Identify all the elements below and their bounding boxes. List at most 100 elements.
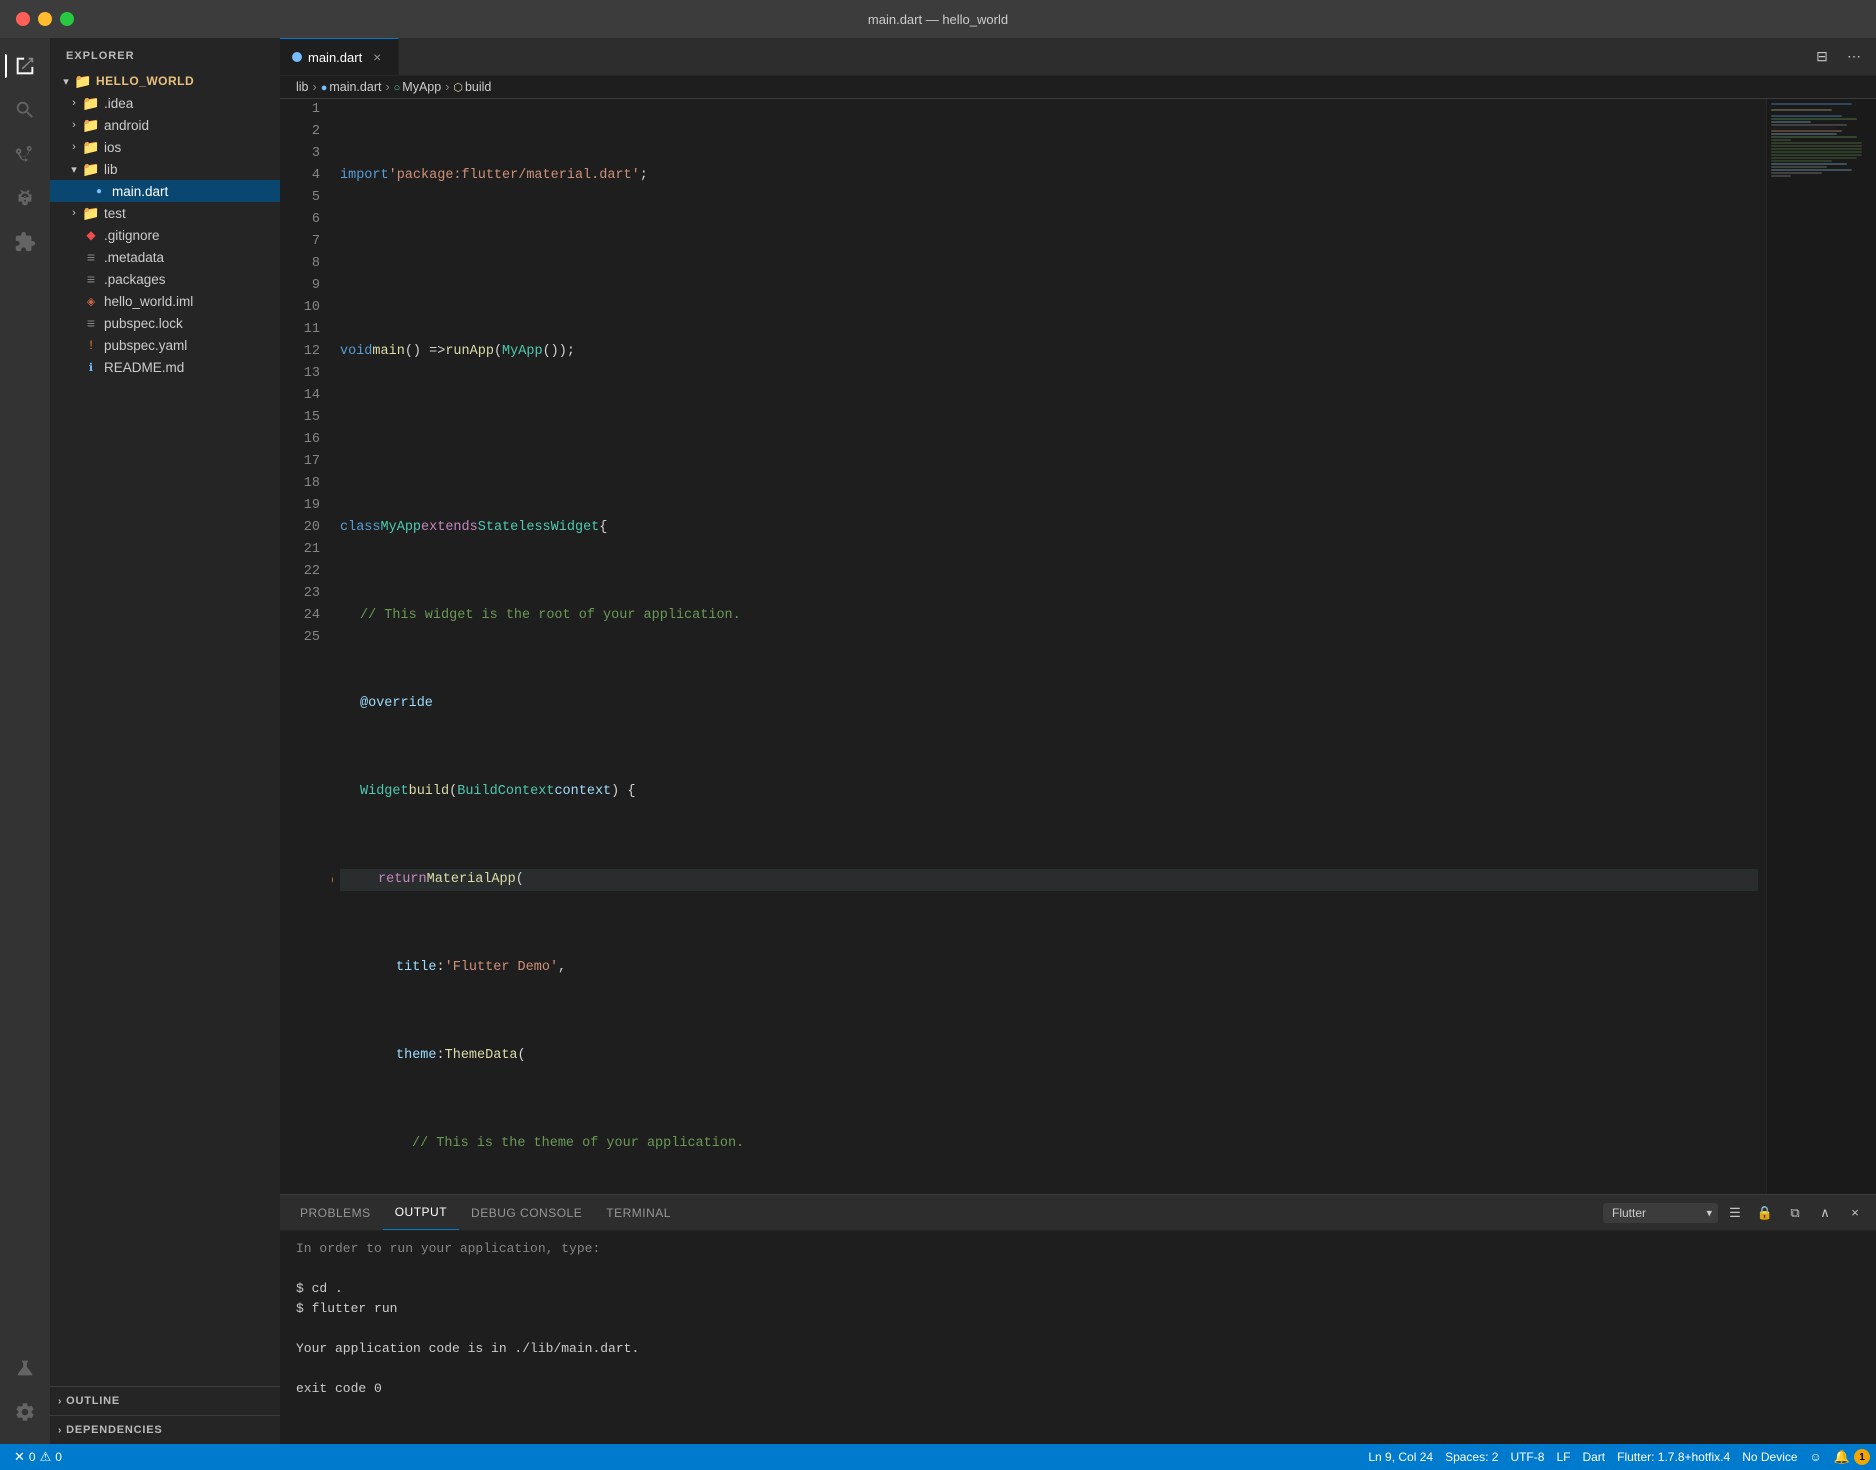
encoding-text: UTF-8	[1510, 1450, 1544, 1464]
metadata-icon: ≡	[82, 248, 100, 266]
tree-item-pubspec-lock[interactable]: ≡ pubspec.lock	[50, 312, 280, 334]
editor-area: main.dart × ⊟ ⋯ lib › ●main.dart › ○MyAp…	[280, 38, 1876, 1444]
lib-folder-icon: 📁	[82, 160, 100, 178]
test-label: test	[104, 206, 280, 221]
activity-explorer[interactable]	[5, 46, 45, 86]
android-folder-icon: 📁	[82, 116, 100, 134]
panel-lock-button[interactable]: 🔒	[1752, 1200, 1778, 1226]
status-right: Ln 9, Col 24 Spaces: 2 UTF-8 LF Dart Flu…	[1362, 1449, 1876, 1465]
line-numbers: 12345 678910 1112131415 1617181920 21222…	[280, 99, 332, 1194]
line-ending-text: LF	[1556, 1450, 1570, 1464]
activity-extensions[interactable]	[5, 222, 45, 262]
close-button[interactable]	[16, 12, 30, 26]
gitignore-icon: ◆	[82, 226, 100, 244]
outline-section: › OUTLINE	[50, 1386, 280, 1415]
panel-output-line-5	[296, 1319, 1860, 1339]
breadcrumb-sep-1: ›	[313, 80, 317, 94]
status-bell[interactable]: 🔔 1	[1828, 1449, 1876, 1465]
tree-item-idea[interactable]: › 📁 .idea	[50, 92, 280, 114]
tree-item-ios[interactable]: › 📁 ios	[50, 136, 280, 158]
iml-label: hello_world.iml	[104, 294, 280, 309]
maximize-button[interactable]	[60, 12, 74, 26]
status-position[interactable]: Ln 9, Col 24	[1362, 1450, 1439, 1464]
panel-output-line-3: $ cd .	[296, 1279, 1860, 1299]
gitignore-label: .gitignore	[104, 228, 280, 243]
more-actions-button[interactable]: ⋯	[1840, 43, 1868, 71]
tab-filename: main.dart	[308, 50, 362, 65]
tab-output[interactable]: OUTPUT	[383, 1195, 459, 1230]
code-editor[interactable]: 12345 678910 1112131415 1617181920 21222…	[280, 99, 1766, 1194]
dependencies-label: DEPENDENCIES	[66, 1424, 162, 1436]
dependencies-arrow: ›	[58, 1425, 62, 1436]
main-dart-label: main.dart	[112, 184, 280, 199]
dependencies-header[interactable]: › DEPENDENCIES	[50, 1420, 280, 1440]
minimize-button[interactable]	[38, 12, 52, 26]
status-flutter[interactable]: Flutter: 1.7.8+hotfix.4	[1611, 1450, 1736, 1464]
panel-collapse-up-button[interactable]: ∧	[1812, 1200, 1838, 1226]
lib-label: lib	[104, 162, 280, 177]
activity-search[interactable]	[5, 90, 45, 130]
tree-item-gitignore[interactable]: ◆ .gitignore	[50, 224, 280, 246]
spaces-text: Spaces: 2	[1445, 1450, 1498, 1464]
main-dart-icon: ●	[90, 182, 108, 200]
tab-close-button[interactable]: ×	[368, 48, 386, 66]
activity-debug[interactable]	[5, 178, 45, 218]
code-line-11: theme: ThemeData(	[340, 1045, 1758, 1067]
code-content[interactable]: import 'package:flutter/material.dart'; …	[332, 99, 1766, 1194]
activity-source-control[interactable]	[5, 134, 45, 174]
panel-source-select[interactable]: Flutter Dart Extension Host	[1603, 1203, 1718, 1223]
sidebar: Explorer ▾ 📁 HELLO_WORLD › 📁 .idea › 📁 a…	[50, 38, 280, 1444]
panel-close-button[interactable]: ×	[1842, 1200, 1868, 1226]
breadcrumb-file[interactable]: ●main.dart	[321, 80, 382, 94]
idea-arrow: ›	[66, 97, 82, 109]
breadcrumb: lib › ●main.dart › ○MyApp › ⬡build	[280, 76, 1876, 99]
no-device-text: No Device	[1742, 1450, 1797, 1464]
error-icon: ✕	[14, 1449, 25, 1465]
outline-label: OUTLINE	[66, 1395, 120, 1407]
breadcrumb-method[interactable]: ⬡build	[453, 80, 491, 94]
tab-debug-console[interactable]: DEBUG CONSOLE	[459, 1195, 594, 1230]
tree-item-iml[interactable]: ◈ hello_world.iml	[50, 290, 280, 312]
activity-settings[interactable]	[5, 1392, 45, 1432]
activity-bar-bottom	[5, 1348, 45, 1444]
panel-source-select-wrapper[interactable]: Flutter Dart Extension Host	[1603, 1203, 1718, 1223]
code-line-12: // This is the theme of your application…	[340, 1133, 1758, 1155]
tree-item-lib[interactable]: ▾ 📁 lib	[50, 158, 280, 180]
code-line-2	[340, 253, 1758, 275]
tab-problems[interactable]: PROBLEMS	[288, 1195, 383, 1230]
tree-item-pubspec-yaml[interactable]: ! pubspec.yaml	[50, 334, 280, 356]
breadcrumb-lib[interactable]: lib	[296, 80, 309, 94]
tree-root[interactable]: ▾ 📁 HELLO_WORLD	[50, 70, 280, 92]
breadcrumb-class[interactable]: ○MyApp	[394, 80, 442, 94]
dependencies-section: › DEPENDENCIES	[50, 1415, 280, 1444]
tree-item-packages[interactable]: ≡ .packages	[50, 268, 280, 290]
ios-folder-icon: 📁	[82, 138, 100, 156]
panel: PROBLEMS OUTPUT DEBUG CONSOLE TERMINAL F…	[280, 1194, 1876, 1444]
activity-testing[interactable]	[5, 1348, 45, 1388]
split-editor-button[interactable]: ⊟	[1808, 43, 1836, 71]
panel-copy-button[interactable]: ⧉	[1782, 1200, 1808, 1226]
status-line-ending[interactable]: LF	[1550, 1450, 1576, 1464]
pubspec-yaml-label: pubspec.yaml	[104, 338, 280, 353]
tree-item-readme[interactable]: ℹ README.md	[50, 356, 280, 378]
ios-label: ios	[104, 140, 280, 155]
status-language[interactable]: Dart	[1576, 1450, 1611, 1464]
tab-actions: ⊟ ⋯	[1808, 38, 1876, 75]
tree-item-metadata[interactable]: ≡ .metadata	[50, 246, 280, 268]
status-encoding[interactable]: UTF-8	[1504, 1450, 1550, 1464]
status-errors[interactable]: ✕ 0 ⚠ 0	[8, 1449, 68, 1465]
status-spaces[interactable]: Spaces: 2	[1439, 1450, 1504, 1464]
code-line-8: Widget build(BuildContext context) {	[340, 781, 1758, 803]
code-line-5: class MyApp extends StatelessWidget {	[340, 517, 1758, 539]
panel-output-line-4: $ flutter run	[296, 1299, 1860, 1319]
tab-terminal[interactable]: TERMINAL	[594, 1195, 683, 1230]
panel-clear-button[interactable]: ☰	[1722, 1200, 1748, 1226]
status-smiley[interactable]: ☺	[1804, 1450, 1828, 1464]
tree-item-test[interactable]: › 📁 test	[50, 202, 280, 224]
status-no-device[interactable]: No Device	[1736, 1450, 1803, 1464]
outline-header[interactable]: › OUTLINE	[50, 1391, 280, 1411]
status-left: ✕ 0 ⚠ 0	[0, 1449, 68, 1465]
tree-item-android[interactable]: › 📁 android	[50, 114, 280, 136]
tab-main-dart[interactable]: main.dart ×	[280, 38, 399, 75]
tree-item-main-dart[interactable]: ● main.dart	[50, 180, 280, 202]
